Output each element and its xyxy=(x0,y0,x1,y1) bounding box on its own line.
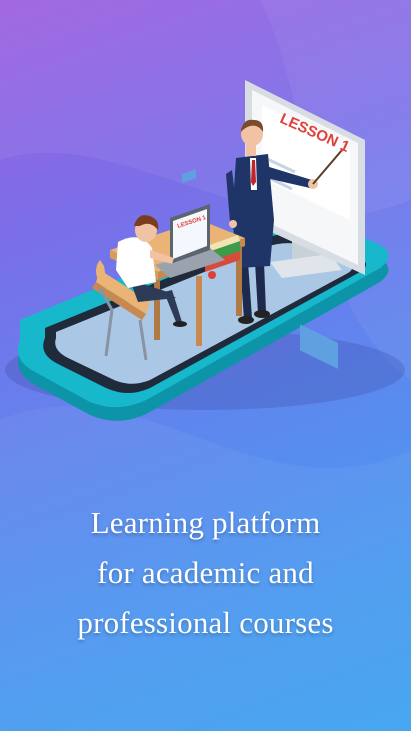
tagline-line-3: professional courses xyxy=(77,605,334,640)
hero-illustration: LESSON 1 LESSON 1 xyxy=(5,80,405,421)
tagline: Learning platform for academic and profe… xyxy=(0,498,411,648)
tagline-line-1: Learning platform xyxy=(90,505,321,540)
tagline-line-2: for academic and xyxy=(97,555,314,590)
